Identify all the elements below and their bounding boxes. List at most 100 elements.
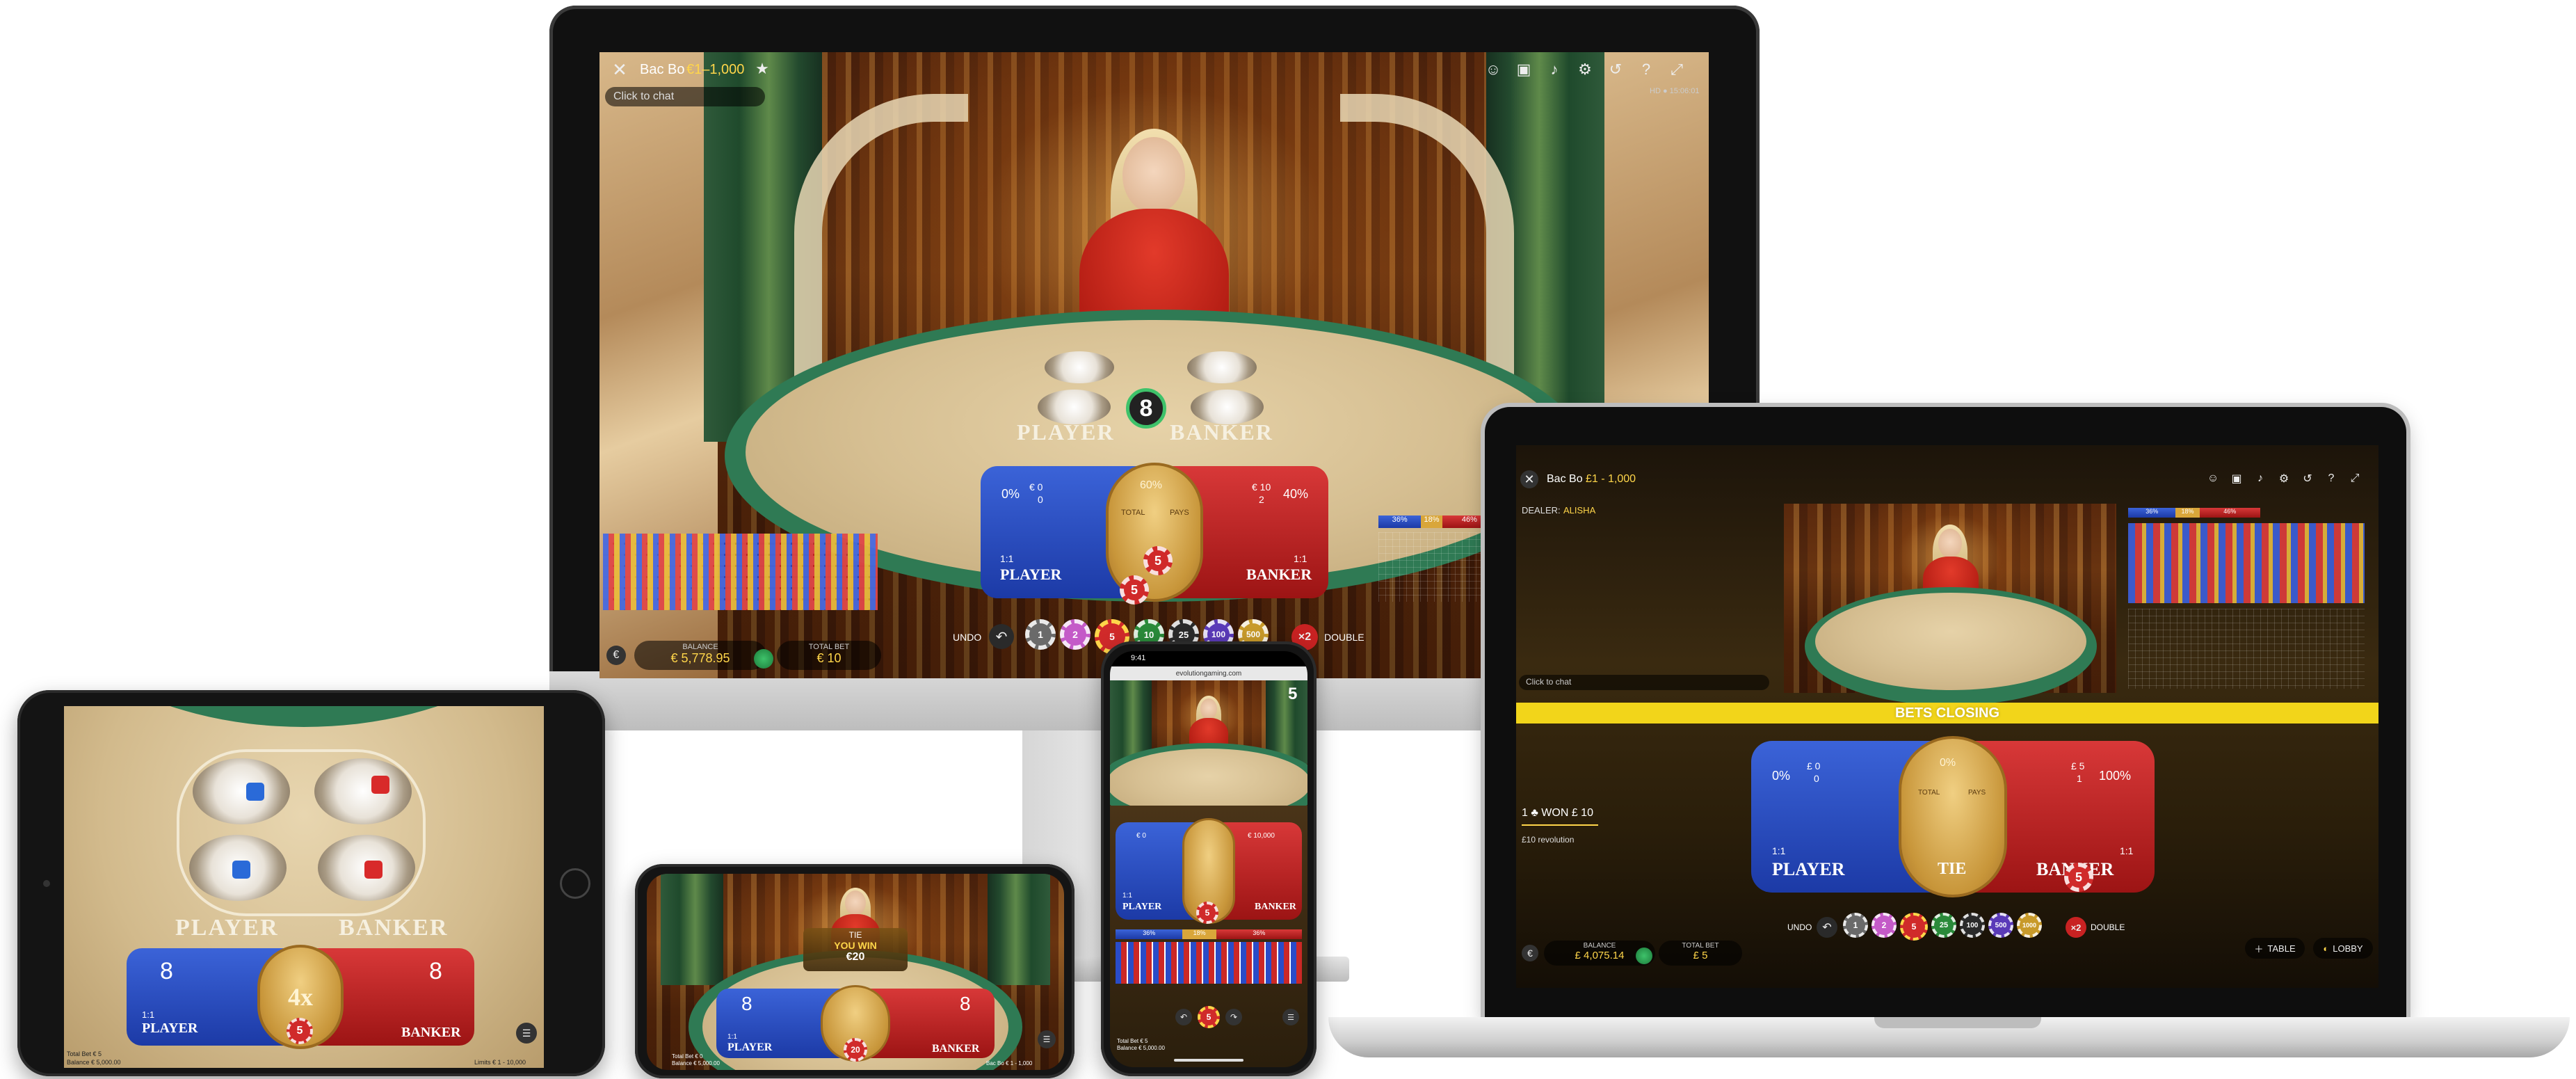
top-right-toolbar: ☺ ▣ ♪ ⚙ ↺ ? ⤢ — [1483, 58, 1705, 81]
chip-2[interactable]: 2 — [1060, 619, 1090, 650]
tablet-screen: PLAYER BANKER 8 1:1 PLAYER 8 BANKER 4x 5… — [64, 706, 544, 1068]
close-icon[interactable]: ✕ — [609, 59, 630, 80]
pp-chip-value: 5 — [1205, 908, 1210, 918]
laptop-undo-label: UNDO — [1787, 922, 1812, 932]
laptop-stat-left: 36% — [2128, 508, 2176, 518]
pp-video: 5 — [1110, 680, 1307, 826]
laptop-banker-chip: 5 — [2064, 863, 2093, 892]
laptop-chip-500[interactable]: 500 — [1988, 913, 2013, 938]
laptop-chip-25[interactable]: 25 — [1931, 913, 1956, 938]
chip-1[interactable]: 1 — [1025, 619, 1056, 650]
laptop-chip-5[interactable]: 5 — [1900, 913, 1928, 941]
tablet-banker-score: 8 — [429, 958, 442, 984]
history-icon[interactable]: ↺ — [1605, 58, 1626, 81]
laptop-dealer-name: ALISHA — [1563, 505, 1596, 515]
tablet-chip: 5 — [287, 1018, 313, 1044]
pl-chip-value: 20 — [851, 1045, 860, 1055]
tie-pct: 60% — [1140, 479, 1163, 491]
banker-count: 2 — [1259, 494, 1264, 505]
banker-bet-chip: 5 — [1120, 575, 1149, 605]
chat-input[interactable]: Click to chat — [605, 87, 765, 106]
laptop-help-icon[interactable]: ? — [2323, 469, 2340, 488]
laptop-dealer-head — [1938, 529, 1962, 558]
pl-menu-icon[interactable]: ☰ — [1038, 1030, 1056, 1048]
laptop-player-odds: 1:1 — [1772, 845, 1786, 856]
pl-chip: 20 — [844, 1038, 867, 1062]
laptop-history-icon[interactable]: ↺ — [2299, 469, 2316, 488]
laptop-banker-amount: £ 5 — [2071, 760, 2085, 772]
pp-selected-chip[interactable]: 5 — [1198, 1006, 1220, 1028]
laptop-double-button[interactable]: ×2 — [2066, 917, 2086, 938]
bets-closing-text: BETS CLOSING — [1894, 705, 1999, 721]
pl-tie-text: TIE — [848, 930, 862, 940]
laptop-undo-button[interactable]: ↶ — [1817, 917, 1837, 938]
balance-value: € 5,778.95 — [670, 651, 730, 665]
pp-status-time: 9:41 — [1131, 654, 1146, 662]
stat-left: 36% — [1378, 515, 1422, 528]
pp-redo-button[interactable]: ↷ — [1225, 1009, 1242, 1025]
laptop-video — [1784, 504, 2116, 705]
laptop-win-sub: £10 revolution — [1522, 835, 1575, 845]
laptop-chip-rack: 1 2 5 25 100 500 1000 — [1843, 913, 2079, 942]
chip-stack-icon — [754, 649, 773, 669]
laptop-player-count: 0 — [1814, 773, 1819, 784]
settings-icon[interactable]: ⚙ — [1575, 58, 1595, 81]
video-icon[interactable]: ▣ — [1513, 58, 1534, 81]
laptop-tie-spot[interactable]: 0% TOTAL PAYS TIE — [1899, 736, 2007, 897]
tablet-home-button[interactable] — [560, 868, 590, 899]
countdown-value: 8 — [1139, 394, 1153, 422]
fullscreen-icon[interactable]: ⤢ — [1666, 58, 1687, 81]
laptop-chip-2[interactable]: 2 — [1871, 913, 1897, 938]
laptop-chat-input[interactable]: Click to chat — [1519, 675, 1769, 690]
pl-banker-score: 8 — [960, 993, 971, 1014]
player-odds: 1:1 — [1000, 553, 1014, 564]
tablet-total-bet: Total Bet € 5 — [67, 1050, 102, 1057]
laptop-chip-1000[interactable]: 1000 — [2017, 913, 2042, 938]
player-chip-value: 5 — [1154, 553, 1161, 568]
laptop-players-icon[interactable]: ☺ — [2205, 469, 2221, 488]
laptop-close-icon[interactable]: ✕ — [1520, 470, 1538, 488]
laptop-fullscreen-icon[interactable]: ⤢ — [2346, 469, 2363, 488]
total-bet-label: TOTAL BET — [808, 643, 850, 651]
tablet-dice-hole-2 — [314, 758, 412, 824]
banker-chip-value: 5 — [1130, 582, 1138, 597]
pp-dealer-head — [1200, 698, 1217, 719]
laptop-table-button[interactable]: ＋ TABLE — [2245, 938, 2305, 959]
pp-balance: Balance € 5,000.00 — [1117, 1045, 1165, 1051]
undo-button[interactable]: ↶ — [989, 624, 1014, 649]
help-icon[interactable]: ? — [1636, 58, 1657, 81]
dice-hole-1 — [1045, 351, 1114, 383]
tablet-balance: Balance € 5,000.00 — [67, 1059, 121, 1066]
player-label: PLAYER — [1000, 566, 1062, 583]
laptop-lobby-button[interactable]: ◐ LOBBY — [2313, 938, 2373, 959]
player-count: 0 — [1038, 494, 1043, 505]
laptop-chip-1[interactable]: 1 — [1843, 913, 1868, 938]
favorite-icon[interactable]: ★ — [752, 59, 772, 79]
pp-player-odds: 1:1 — [1122, 892, 1132, 900]
players-icon[interactable]: ☺ — [1483, 58, 1504, 81]
laptop-chip-100[interactable]: 100 — [1960, 913, 1985, 938]
undo-label: UNDO — [953, 632, 982, 643]
laptop-settings-icon[interactable]: ⚙ — [2276, 469, 2292, 488]
double-label: DOUBLE — [1324, 632, 1365, 643]
pl-limits: Bac Bo € 1 - 1,000 — [986, 1060, 1033, 1066]
pp-stat-left: 36% — [1116, 929, 1183, 939]
pp-url-bar[interactable]: evolutiongaming.com — [1110, 666, 1307, 680]
laptop-banker-count: 1 — [2077, 773, 2082, 784]
laptop-player-label: PLAYER — [1772, 859, 1845, 879]
pp-stat-right: 36% — [1216, 929, 1302, 939]
laptop-toolbar: ☺ ▣ ♪ ⚙ ↺ ? ⤢ — [2205, 469, 2375, 488]
pp-home-indicator — [1174, 1059, 1243, 1062]
laptop-sound-icon[interactable]: ♪ — [2252, 469, 2269, 488]
laptop-video-icon[interactable]: ▣ — [2228, 469, 2245, 488]
tie-bet-spot[interactable]: 60% TOTAL PAYS — [1106, 463, 1203, 602]
pl-dealer-head — [845, 890, 866, 916]
pp-undo-button[interactable]: ↶ — [1175, 1009, 1192, 1025]
tablet-player-score: 8 — [160, 958, 173, 984]
tie-pays-label: PAYS — [1170, 509, 1189, 517]
pp-menu-icon[interactable]: ☰ — [1282, 1009, 1299, 1025]
currency-icon: € — [606, 646, 626, 665]
tablet-menu-icon[interactable]: ☰ — [516, 1023, 537, 1044]
sound-icon[interactable]: ♪ — [1544, 58, 1565, 81]
laptop-tie-total-label: TOTAL — [1918, 789, 1940, 797]
